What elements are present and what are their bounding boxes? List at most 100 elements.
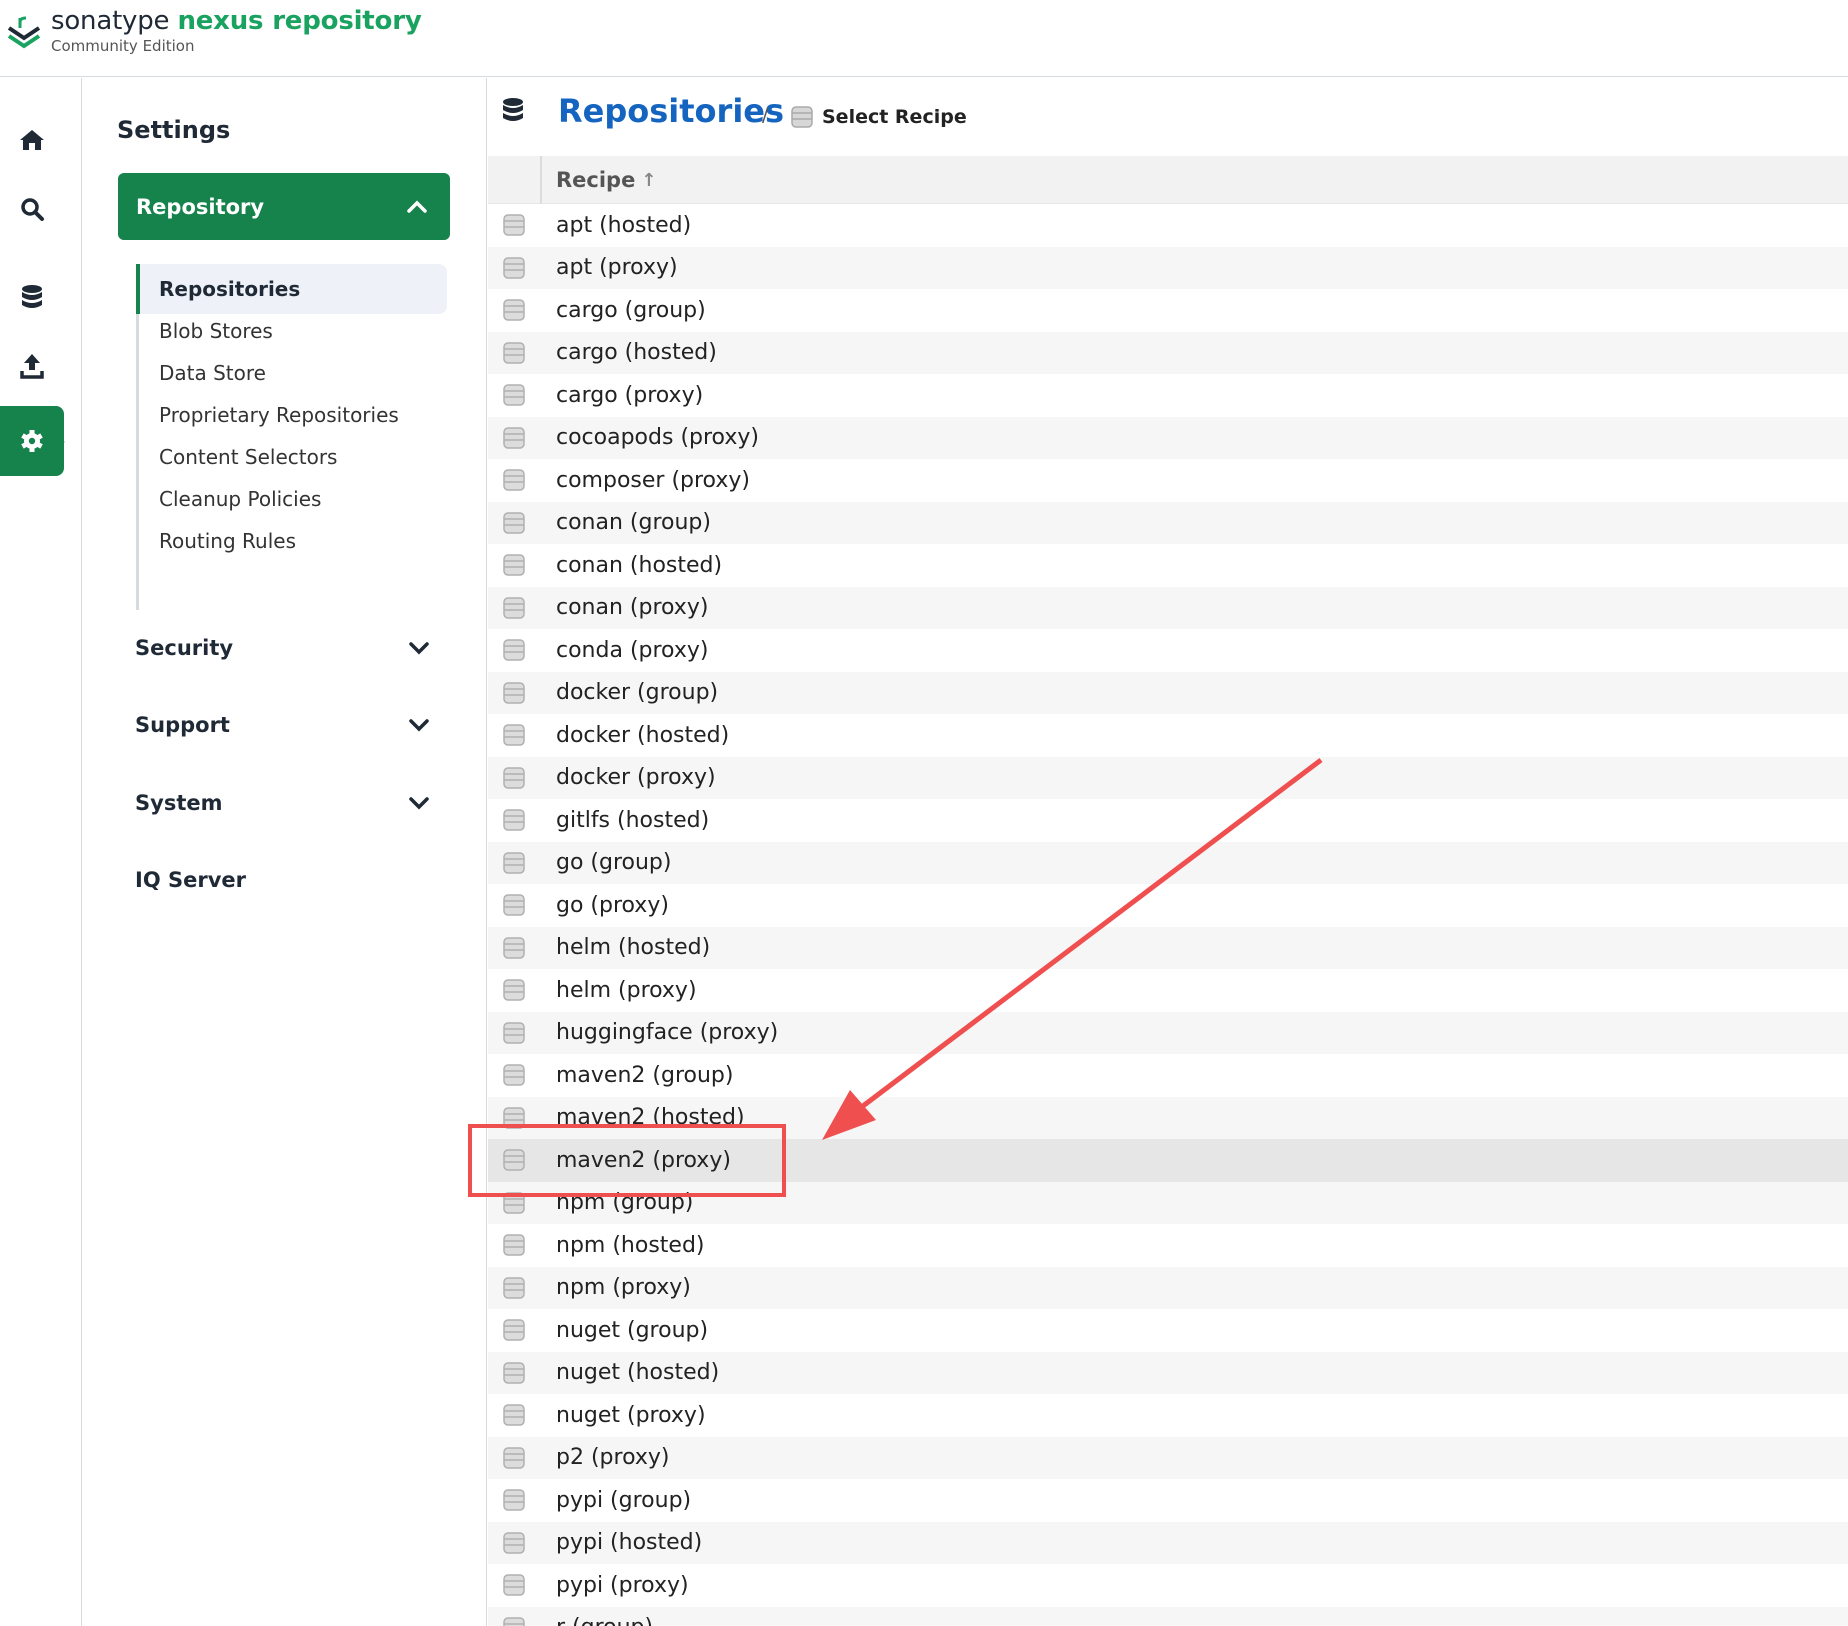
repository-cylinder-icon (503, 427, 525, 449)
recipe-name: cargo (hosted) (556, 340, 717, 366)
table-row[interactable]: npm (hosted) (488, 1224, 1848, 1267)
brand-name[interactable]: sonatype nexus repository (51, 6, 422, 36)
recipe-name: docker (proxy) (556, 765, 716, 791)
recipe-name: composer (proxy) (556, 467, 750, 493)
table-row[interactable]: r (group) (488, 1606, 1848, 1626)
chevron-down-icon (409, 642, 429, 655)
table-row[interactable]: maven2 (hosted) (488, 1096, 1848, 1139)
recipe-name: conan (group) (556, 510, 711, 536)
nav-item-routing-rules[interactable]: Routing Rules (139, 516, 450, 566)
gear-icon (21, 430, 43, 452)
repository-cylinder-icon (503, 1234, 525, 1256)
recipe-name: apt (proxy) (556, 255, 678, 281)
nav-group-repository[interactable]: Repository (118, 173, 450, 240)
rail-browse-button[interactable] (0, 265, 64, 329)
repository-cylinder-icon (503, 979, 525, 1001)
table-row[interactable]: go (proxy) (488, 884, 1848, 927)
edition-label: Community Edition (51, 37, 195, 55)
recipe-name: npm (group) (556, 1190, 694, 1216)
table-row[interactable]: helm (hosted) (488, 926, 1848, 969)
repository-cylinder-icon (503, 1404, 525, 1426)
database-icon (503, 98, 523, 121)
table-row[interactable]: cargo (hosted) (488, 331, 1848, 374)
recipe-name: npm (proxy) (556, 1275, 691, 1301)
table-row[interactable]: conan (group) (488, 501, 1848, 544)
repository-cylinder-icon (503, 1574, 525, 1596)
repository-cylinder-icon (503, 597, 525, 619)
table-row[interactable]: cocoapods (proxy) (488, 416, 1848, 459)
table-row[interactable]: huggingface (proxy) (488, 1011, 1848, 1054)
repository-cylinder-icon (503, 1447, 525, 1469)
table-row[interactable]: nuget (hosted) (488, 1351, 1848, 1394)
repository-cylinder-icon (503, 554, 525, 576)
left-rail (0, 78, 82, 1626)
table-row[interactable]: nuget (proxy) (488, 1394, 1848, 1437)
recipe-column-header[interactable]: Recipe ↑ (556, 156, 656, 204)
repository-cylinder-icon (503, 1277, 525, 1299)
column-divider (540, 156, 542, 204)
breadcrumb-current: Select Recipe (822, 106, 967, 128)
table-row[interactable]: p2 (proxy) (488, 1436, 1848, 1479)
nav-group-support[interactable]: Support (135, 700, 450, 750)
table-row[interactable]: docker (hosted) (488, 714, 1848, 757)
table-row[interactable]: pypi (group) (488, 1479, 1848, 1522)
table-row[interactable]: composer (proxy) (488, 459, 1848, 502)
table-row[interactable]: apt (hosted) (488, 204, 1848, 247)
rail-home-button[interactable] (0, 108, 64, 172)
repository-submenu: Repositories Blob Stores Data Store Prop… (136, 264, 450, 610)
recipe-name: pypi (hosted) (556, 1530, 703, 1556)
repository-cylinder-icon (503, 852, 525, 874)
repository-cylinder-icon (503, 342, 525, 364)
rail-upload-button[interactable] (0, 334, 64, 398)
recipe-name: gitlfs (hosted) (556, 807, 710, 833)
table-row[interactable]: pypi (hosted) (488, 1521, 1848, 1564)
nav-group-label: Support (135, 713, 230, 737)
nav-group-iq-server[interactable]: IQ Server (135, 855, 450, 905)
table-row[interactable]: conan (proxy) (488, 586, 1848, 629)
table-row[interactable]: cargo (group) (488, 289, 1848, 332)
repository-cylinder-icon (503, 639, 525, 661)
nav-group-label: Repository (136, 194, 265, 219)
recipe-name: docker (group) (556, 680, 719, 706)
nav-group-security[interactable]: Security (135, 623, 450, 673)
table-row[interactable]: docker (proxy) (488, 756, 1848, 799)
repository-cylinder-icon (503, 384, 525, 406)
repository-cylinder-icon (503, 682, 525, 704)
table-row[interactable]: pypi (proxy) (488, 1564, 1848, 1607)
nav-group-system[interactable]: System (135, 778, 450, 828)
table-row[interactable]: npm (proxy) (488, 1266, 1848, 1309)
table-row[interactable]: maven2 (group) (488, 1054, 1848, 1097)
repository-cylinder-icon (503, 809, 525, 831)
table-row[interactable]: conan (hosted) (488, 544, 1848, 587)
table-row[interactable]: gitlfs (hosted) (488, 799, 1848, 842)
table-row[interactable]: conda (proxy) (488, 629, 1848, 672)
search-icon (21, 198, 44, 221)
recipe-name: p2 (proxy) (556, 1445, 670, 1471)
recipe-name: cargo (proxy) (556, 382, 704, 408)
table-row[interactable]: apt (proxy) (488, 246, 1848, 289)
table-row[interactable]: docker (group) (488, 671, 1848, 714)
recipe-name: npm (hosted) (556, 1232, 705, 1258)
table-row[interactable]: helm (proxy) (488, 969, 1848, 1012)
recipe-name: go (proxy) (556, 892, 669, 918)
repository-cylinder-icon (503, 1362, 525, 1384)
table-row[interactable]: nuget (group) (488, 1309, 1848, 1352)
sort-ascending-icon: ↑ (641, 169, 657, 191)
table-row[interactable]: maven2 (proxy) (488, 1139, 1848, 1182)
breadcrumb-repositories-link[interactable]: Repositories (558, 92, 784, 130)
recipe-name: pypi (proxy) (556, 1572, 689, 1598)
recipe-name: helm (proxy) (556, 977, 697, 1003)
upload-icon (20, 354, 44, 379)
repository-cylinder-icon (503, 1617, 525, 1626)
recipe-name: cargo (group) (556, 297, 706, 323)
table-row[interactable]: npm (group) (488, 1181, 1848, 1224)
repository-cylinder-icon (791, 106, 813, 128)
table-row[interactable]: go (group) (488, 841, 1848, 884)
table-row[interactable]: cargo (proxy) (488, 374, 1848, 417)
rail-search-button[interactable] (0, 177, 64, 241)
repository-cylinder-icon (503, 299, 525, 321)
nav-group-label: System (135, 791, 223, 815)
repository-cylinder-icon (503, 894, 525, 916)
chevron-down-icon (409, 719, 429, 732)
rail-settings-button[interactable] (0, 406, 64, 476)
